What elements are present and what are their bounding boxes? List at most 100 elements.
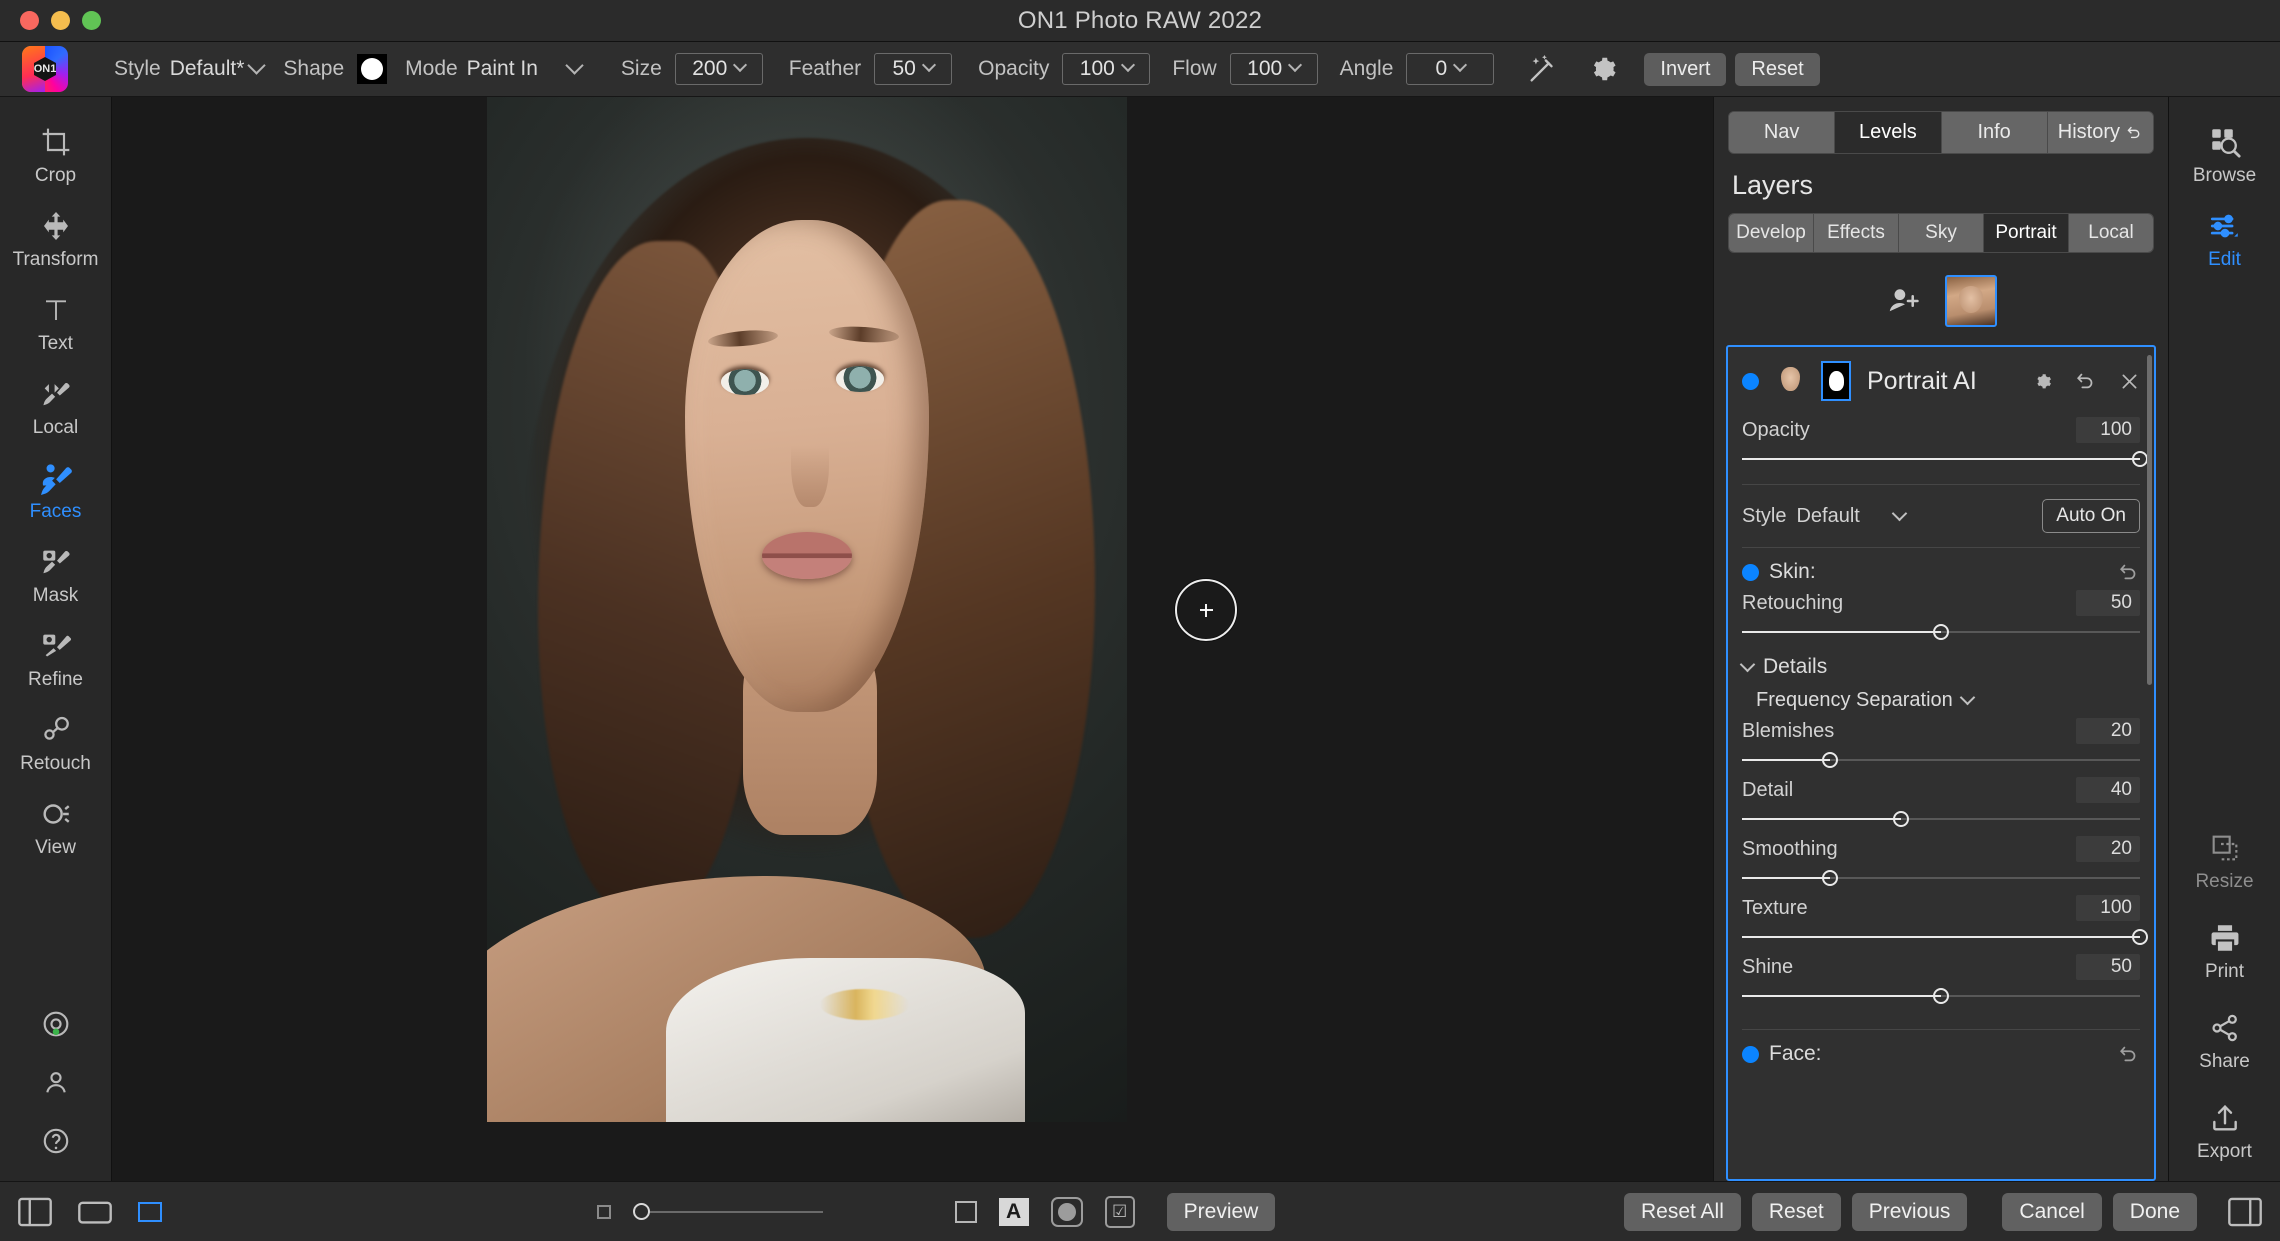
retouching-slider-row[interactable]: Retouching 50: [1728, 584, 2154, 643]
blemishes-track[interactable]: [1742, 749, 2140, 771]
size-control[interactable]: Size 200: [621, 53, 763, 85]
minimize-window-button[interactable]: [51, 11, 70, 30]
shine-slider-row[interactable]: Shine 50: [1728, 948, 2154, 1007]
fit-view-icon[interactable]: [138, 1202, 162, 1222]
chevron-down-icon[interactable]: [1288, 58, 1302, 72]
reset-icon[interactable]: [2118, 561, 2140, 583]
smoothing-track[interactable]: [1742, 867, 2140, 889]
slider-knob[interactable]: [2132, 929, 2148, 945]
slider-knob[interactable]: [1933, 988, 1949, 1004]
mode-control[interactable]: Mode Paint In: [405, 57, 587, 81]
opacity-value[interactable]: 100: [2076, 417, 2140, 443]
sidebar-tool-text[interactable]: Text: [0, 291, 111, 355]
slider-knob[interactable]: [2132, 451, 2148, 467]
reset-mask-button[interactable]: Reset: [1735, 53, 1819, 86]
sidebar-tool-faces[interactable]: Faces: [0, 459, 111, 523]
texture-track[interactable]: [1742, 926, 2140, 948]
opacity-control[interactable]: Opacity 100: [978, 53, 1150, 85]
layer-thumbnail[interactable]: [1771, 361, 1809, 401]
shine-track[interactable]: [1742, 985, 2140, 1007]
face-toggle-dot[interactable]: [1742, 1046, 1759, 1063]
sidebar-tool-local[interactable]: Local: [0, 375, 111, 439]
auto-on-button[interactable]: Auto On: [2042, 499, 2140, 533]
invert-button[interactable]: Invert: [1644, 53, 1726, 86]
zoom-out-icon[interactable]: [597, 1205, 611, 1219]
tab-effects[interactable]: Effects: [1814, 214, 1899, 252]
blemishes-value[interactable]: 20: [2076, 718, 2140, 744]
angle-input[interactable]: 0: [1406, 53, 1494, 85]
rail-item-print[interactable]: Print: [2169, 919, 2280, 983]
sidebar-tool-crop[interactable]: Crop: [0, 123, 111, 187]
chevron-down-icon[interactable]: [1960, 690, 1976, 706]
letter-a-icon[interactable]: A: [999, 1198, 1029, 1226]
zoom-in-icon[interactable]: [955, 1201, 977, 1223]
gear-icon[interactable]: [1588, 54, 1618, 84]
person-icon[interactable]: [40, 1067, 72, 1099]
feather-input[interactable]: 50: [874, 53, 952, 85]
retouching-track[interactable]: [1742, 621, 2140, 643]
style-control[interactable]: Style Default*: [114, 57, 269, 81]
blemishes-slider-row[interactable]: Blemishes 20: [1728, 712, 2154, 771]
opacity-input[interactable]: 100: [1062, 53, 1150, 85]
rail-item-share[interactable]: Share: [2169, 1009, 2280, 1073]
tab-nav[interactable]: Nav: [1729, 112, 1835, 153]
cancel-button[interactable]: Cancel: [2002, 1193, 2101, 1231]
close-window-button[interactable]: [20, 11, 39, 30]
slider-knob[interactable]: [1893, 811, 1909, 827]
slider-knob[interactable]: [1933, 624, 1949, 640]
rail-item-resize[interactable]: Resize: [2169, 829, 2280, 893]
details-section-header[interactable]: Details: [1728, 643, 2154, 679]
flow-input[interactable]: 100: [1230, 53, 1318, 85]
sidebar-tool-retouch[interactable]: Retouch: [0, 711, 111, 775]
chevron-down-icon[interactable]: [1453, 58, 1467, 72]
reset-all-button[interactable]: Reset All: [1624, 1193, 1741, 1231]
reset-button[interactable]: Reset: [1752, 1193, 1841, 1231]
smoothing-value[interactable]: 20: [2076, 836, 2140, 862]
image-canvas[interactable]: [112, 97, 1713, 1181]
reset-icon[interactable]: [2075, 370, 2097, 392]
chevron-down-icon[interactable]: [248, 56, 266, 74]
sidebar-tool-view[interactable]: View: [0, 795, 111, 859]
angle-control[interactable]: Angle 0: [1340, 53, 1495, 85]
chevron-down-icon[interactable]: [922, 58, 936, 72]
detail-value[interactable]: 40: [2076, 777, 2140, 803]
previous-button[interactable]: Previous: [1852, 1193, 1968, 1231]
tab-local[interactable]: Local: [2069, 214, 2153, 252]
slider-knob[interactable]: [1822, 752, 1838, 768]
close-icon[interactable]: [2119, 371, 2140, 392]
tab-develop[interactable]: Develop: [1729, 214, 1814, 252]
detail-track[interactable]: [1742, 808, 2140, 830]
help-icon[interactable]: [40, 1125, 72, 1157]
rail-item-export[interactable]: Export: [2169, 1099, 2280, 1163]
zoom-slider[interactable]: [633, 1203, 823, 1221]
texture-value[interactable]: 100: [2076, 895, 2140, 921]
skin-toggle-dot[interactable]: [1742, 564, 1759, 581]
size-input[interactable]: 200: [675, 53, 763, 85]
compare-icon[interactable]: [78, 1197, 112, 1227]
tab-portrait[interactable]: Portrait: [1984, 214, 2069, 252]
done-button[interactable]: Done: [2113, 1193, 2197, 1231]
shine-value[interactable]: 50: [2076, 954, 2140, 980]
chevron-down-icon[interactable]: [1121, 58, 1135, 72]
rail-item-edit[interactable]: Edit: [2169, 207, 2280, 271]
style-value[interactable]: Default: [1796, 505, 1859, 528]
panel-toggle-icon[interactable]: [2228, 1197, 2262, 1227]
rail-item-browse[interactable]: Browse: [2169, 123, 2280, 187]
tab-levels[interactable]: Levels: [1835, 112, 1941, 153]
texture-slider-row[interactable]: Texture 100: [1728, 889, 2154, 948]
face-thumbnail[interactable]: [1945, 275, 1997, 327]
tab-info[interactable]: Info: [1942, 112, 2048, 153]
sidebar-tool-refine[interactable]: Refine: [0, 627, 111, 691]
gear-icon[interactable]: [2032, 371, 2053, 392]
sidebar-tool-transform[interactable]: Transform: [0, 207, 111, 271]
preview-button[interactable]: Preview: [1167, 1193, 1276, 1231]
brush-shape-swatch[interactable]: [357, 54, 387, 84]
reset-icon[interactable]: [2118, 1043, 2140, 1065]
module-scrollbar[interactable]: [2147, 355, 2152, 685]
maximize-window-button[interactable]: [82, 11, 101, 30]
tab-history[interactable]: History: [2048, 112, 2153, 153]
chevron-down-icon[interactable]: [565, 56, 583, 74]
retouching-value[interactable]: 50: [2076, 590, 2140, 616]
chevron-down-icon[interactable]: [1892, 505, 1908, 521]
flow-control[interactable]: Flow 100: [1172, 53, 1317, 85]
